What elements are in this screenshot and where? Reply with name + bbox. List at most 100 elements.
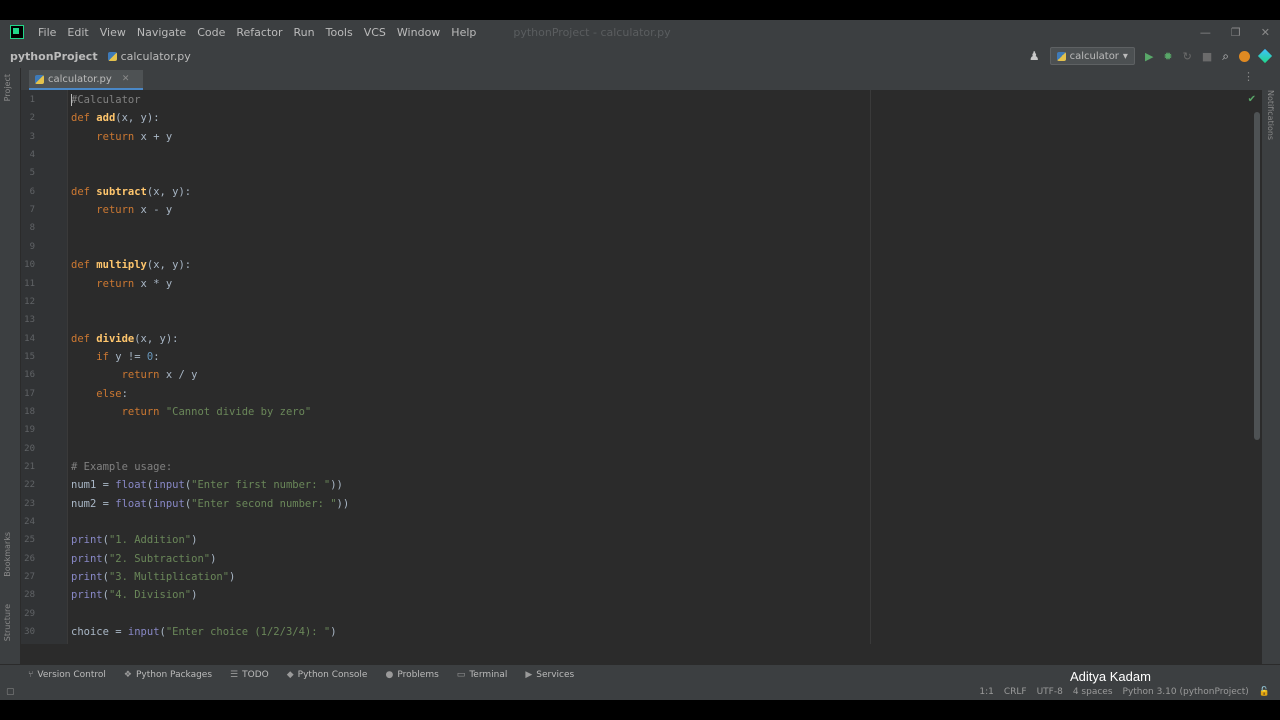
code-token: multiply — [96, 259, 147, 272]
code-line[interactable]: 30 choice = input("Enter choice (1/2/3/4)… — [21, 623, 1251, 641]
code-line[interactable]: 12 — [21, 293, 1251, 311]
close-tab-icon[interactable]: ✕ — [122, 74, 130, 84]
line-number: 4 — [29, 150, 35, 161]
code-line[interactable]: 18 return "Cannot divide by zero" — [21, 403, 1251, 421]
minimize-icon[interactable]: — — [1200, 26, 1211, 39]
tool-python-packages[interactable]: ❖ Python Packages — [124, 670, 212, 680]
tool-terminal[interactable]: ▭ Terminal — [457, 670, 508, 680]
debug-icon[interactable]: ✹ — [1163, 50, 1172, 63]
search-icon[interactable]: ⌕ — [1222, 49, 1229, 64]
code-line[interactable]: 13 — [21, 311, 1251, 329]
code-token: def — [71, 332, 97, 345]
code-line[interactable]: 20 — [21, 440, 1251, 458]
code-text: choice = input("Enter choice (1/2/3/4): … — [71, 623, 337, 641]
project-tool-button[interactable]: Project — [3, 74, 12, 101]
line-separator[interactable]: CRLF — [1004, 687, 1027, 697]
code-line[interactable]: 7 return x - y — [21, 201, 1251, 219]
close-icon[interactable]: ✕ — [1261, 26, 1270, 39]
code-editor[interactable]: ✔ 1 #Calculator 2 def add(x, y): 3 return x … — [21, 90, 1262, 644]
code-line[interactable]: 3 return x + y — [21, 128, 1251, 146]
line-number: 26 — [24, 553, 35, 564]
file-encoding[interactable]: UTF-8 — [1037, 687, 1063, 697]
code-line[interactable]: 25 print("1. Addition") — [21, 531, 1251, 549]
code-token: ) — [210, 552, 217, 565]
code-token: (x, y): — [134, 332, 179, 345]
tool-python-console[interactable]: ◆ Python Console — [287, 670, 368, 680]
tool-todo[interactable]: ☰ TODO — [230, 670, 269, 680]
code-line[interactable]: 23 num2 = float(input("Enter second numbe… — [21, 495, 1251, 513]
menu-refactor[interactable]: Refactor — [236, 26, 282, 39]
line-number: 29 — [24, 608, 35, 619]
code-line[interactable]: 17 else: — [21, 385, 1251, 403]
code-token: x - y — [134, 204, 173, 217]
code-line[interactable]: 8 — [21, 219, 1251, 237]
menu-tools[interactable]: Tools — [326, 26, 353, 39]
code-token: print — [71, 552, 103, 565]
notifications-tool-button[interactable]: Notifications — [1266, 90, 1275, 140]
run-configuration-select[interactable]: calculator ▾ — [1049, 47, 1135, 65]
code-line[interactable]: 29 — [21, 605, 1251, 623]
menu-code[interactable]: Code — [197, 26, 225, 39]
bookmarks-tool-button[interactable]: Bookmarks — [3, 532, 12, 577]
code-line[interactable]: 6 def subtract(x, y): — [21, 183, 1251, 201]
code-token: return — [96, 204, 135, 217]
coverage-icon[interactable]: ↻ — [1183, 50, 1192, 63]
menu-view[interactable]: View — [100, 26, 126, 39]
code-token: x + y — [134, 130, 173, 143]
run-icon[interactable]: ▶ — [1145, 50, 1153, 63]
code-line[interactable]: 26 print("2. Subtraction") — [21, 550, 1251, 568]
stop-icon[interactable]: ■ — [1202, 50, 1212, 63]
user-icon[interactable]: ♟ — [1029, 49, 1040, 63]
code-line[interactable]: 11 return x * y — [21, 275, 1251, 293]
indent-setting[interactable]: 4 spaces — [1073, 687, 1113, 697]
tool-version-control[interactable]: ⑂ Version Control — [28, 670, 106, 680]
vertical-scrollbar[interactable] — [1254, 112, 1260, 440]
tool-problems[interactable]: ● Problems — [385, 670, 438, 680]
menu-vcs[interactable]: VCS — [364, 26, 386, 39]
right-tool-strip: Notifications — [1262, 68, 1280, 664]
breadcrumb-file[interactable]: calculator.py — [107, 50, 191, 63]
menu-help[interactable]: Help — [451, 26, 476, 39]
menu-run[interactable]: Run — [294, 26, 315, 39]
python-interpreter[interactable]: Python 3.10 (pythonProject) — [1123, 687, 1249, 697]
code-line[interactable]: 22 num1 = float(input("Enter first number… — [21, 476, 1251, 494]
run-toolbar: ♟ calculator ▾ ▶ ✹ ↻ ■ ⌕ — [1029, 44, 1273, 68]
menu-window[interactable]: Window — [397, 26, 440, 39]
menu-bar: File Edit View Navigate Code Refactor Ru… — [0, 20, 1280, 44]
code-line[interactable]: 15 if y != 0: — [21, 348, 1251, 366]
code-line[interactable]: 16 return x / y — [21, 366, 1251, 384]
code-line[interactable]: 9 — [21, 238, 1251, 256]
jetbrains-ai-icon[interactable] — [1257, 48, 1273, 64]
tab-calculator-py[interactable]: calculator.py ✕ — [29, 70, 144, 90]
code-line[interactable]: 5 — [21, 164, 1251, 182]
code-line[interactable]: 4 — [21, 146, 1251, 164]
code-token: "2. Subtraction" — [108, 552, 211, 565]
restore-icon[interactable]: ❐ — [1231, 26, 1241, 39]
code-line[interactable]: 27 print("3. Multiplication") — [21, 568, 1251, 586]
layout-toggle-icon[interactable]: ▢ — [6, 687, 15, 697]
code-line[interactable]: 28 print("4. Division") — [21, 586, 1251, 604]
code-line[interactable]: 2 def add(x, y): — [21, 109, 1251, 127]
line-number: 2 — [29, 113, 35, 124]
breadcrumb-project[interactable]: pythonProject — [10, 50, 98, 63]
more-options-icon[interactable]: ⋮ — [1243, 70, 1254, 83]
code-line[interactable]: 24 — [21, 513, 1251, 531]
code-line[interactable]: 21 # Example usage: — [21, 458, 1251, 476]
tool-services[interactable]: ▶ Services — [525, 670, 574, 680]
code-line[interactable]: 19 — [21, 421, 1251, 439]
menu-navigate[interactable]: Navigate — [137, 26, 186, 39]
line-number: 16 — [24, 370, 35, 381]
lock-icon[interactable]: 🔓 — [1259, 687, 1270, 697]
caret-position[interactable]: 1:1 — [979, 687, 993, 697]
code-line[interactable]: 10 def multiply(x, y): — [21, 256, 1251, 274]
code-line[interactable]: 14 def divide(x, y): — [21, 330, 1251, 348]
screen-top-border — [0, 0, 1280, 20]
menu-edit[interactable]: Edit — [67, 26, 88, 39]
code-line[interactable]: 1 #Calculator — [21, 91, 1251, 109]
updates-icon[interactable] — [1239, 50, 1250, 62]
structure-tool-button[interactable]: Structure — [3, 604, 12, 641]
menu-file[interactable]: File — [38, 26, 56, 39]
